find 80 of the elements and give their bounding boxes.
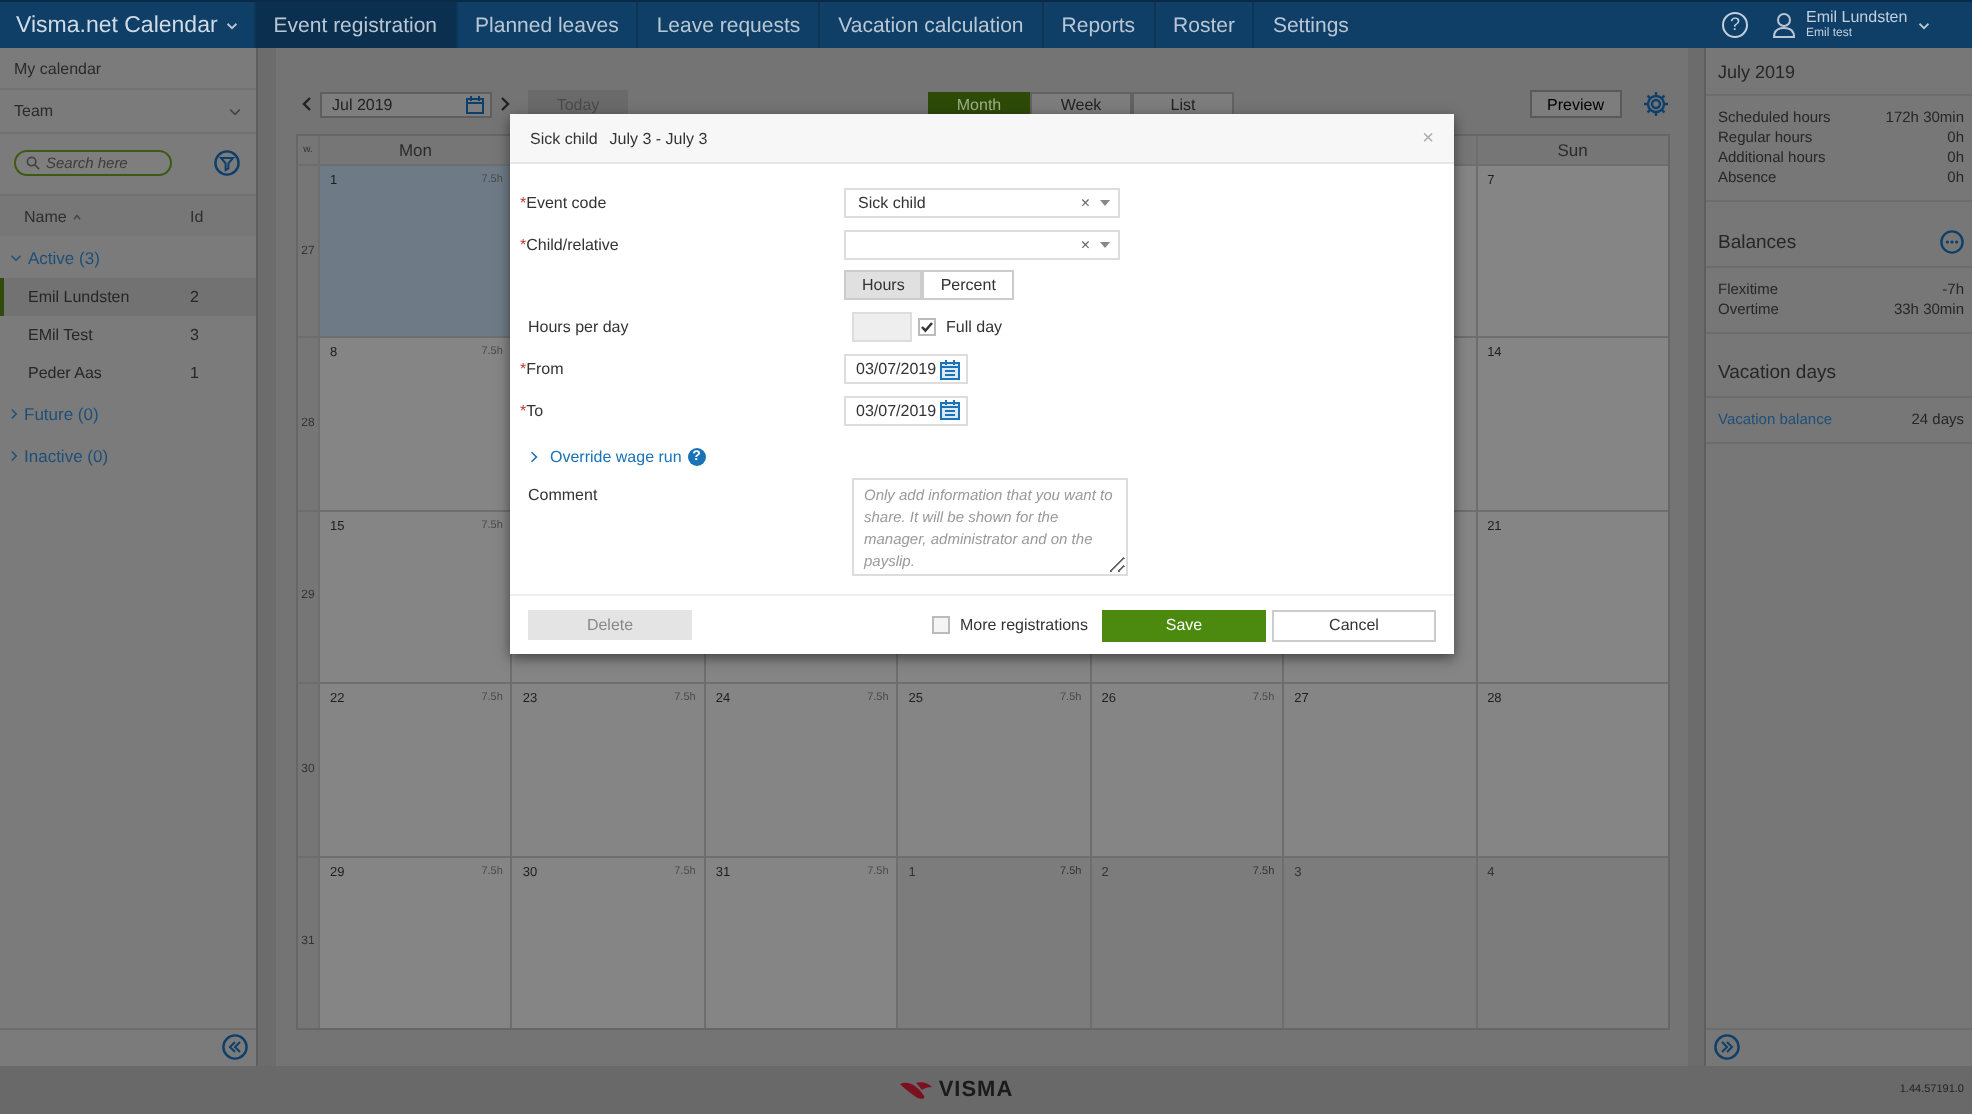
clear-button[interactable]: ×	[1080, 235, 1090, 254]
checkbox-label: More registrations	[959, 616, 1088, 634]
field-label: *Child/relative	[520, 235, 619, 254]
date-field[interactable]: 03/07/2019	[844, 395, 968, 426]
filter-icon[interactable]	[214, 150, 240, 176]
nav-tab[interactable]: Event registration	[253, 2, 456, 48]
employee-row[interactable]: Peder Aas 1	[0, 354, 256, 392]
month-summary-title: July 2019	[1706, 58, 1972, 96]
field-label: *To	[520, 401, 544, 420]
dialog-title: Sick child	[530, 129, 598, 147]
sort-up-icon	[72, 213, 83, 219]
employee-name: Peder Aas	[28, 364, 104, 382]
chevron-right-icon[interactable]	[500, 96, 510, 112]
name-column-header[interactable]: Name	[24, 207, 67, 225]
cancel-button[interactable]: Cancel	[1272, 609, 1436, 641]
more-registrations-checkbox[interactable]	[931, 616, 950, 634]
chevron-down-icon	[1917, 21, 1930, 29]
dropdown-arrow-icon	[1100, 241, 1110, 248]
calendar-icon[interactable]	[940, 400, 960, 421]
settings-icon[interactable]	[1642, 90, 1670, 118]
group-label: Inactive (0)	[24, 445, 109, 465]
preview-button[interactable]: Preview	[1529, 90, 1622, 118]
collapse-icon[interactable]	[222, 1034, 248, 1060]
field-label: Comment	[528, 485, 598, 504]
view-tab[interactable]: List	[1132, 91, 1234, 117]
date-value: 03/07/2019	[856, 360, 937, 379]
unit-toggle[interactable]: Percent	[922, 270, 1014, 301]
date-value: 03/07/2019	[856, 401, 937, 420]
my-calendar-link[interactable]: My calendar	[14, 59, 102, 77]
section-title: Vacation days	[1718, 362, 1836, 384]
select-field[interactable]: ×	[844, 229, 1120, 260]
select-field[interactable]: Sick child ×	[844, 187, 1120, 218]
chevron-down-icon	[228, 107, 242, 115]
team-dropdown[interactable]: Team	[0, 90, 256, 134]
chevron-down-icon	[10, 253, 22, 261]
calendar-icon	[466, 95, 484, 113]
logo-swoosh-icon	[898, 1080, 935, 1100]
month-field[interactable]: Jul 2019	[320, 91, 492, 117]
more-icon[interactable]	[1940, 230, 1964, 254]
help-button[interactable]: ?	[1722, 12, 1748, 38]
full-day-checkbox[interactable]	[918, 318, 936, 337]
dropdown-arrow-icon	[1100, 199, 1110, 206]
chevron-right-icon	[530, 449, 538, 464]
id-column-header[interactable]: Id	[190, 207, 256, 225]
expand-icon[interactable]	[1714, 1034, 1740, 1060]
user-name: Emil Lundsten	[1806, 9, 1908, 25]
dialog-dates: July 3 - July 3	[609, 129, 708, 147]
search-icon	[26, 156, 40, 170]
unit-toggle[interactable]: Hours	[844, 270, 923, 301]
employee-row[interactable]: Emil Lundsten 2	[0, 278, 256, 316]
field-label: *From	[520, 360, 564, 379]
clear-button[interactable]: ×	[1080, 193, 1090, 212]
date-field[interactable]: 03/07/2019	[844, 354, 968, 385]
chevron-left-icon[interactable]	[302, 96, 312, 112]
group-label: Active (3)	[28, 247, 100, 267]
checkbox-label: Full day	[946, 318, 1003, 337]
view-tab[interactable]: Month	[928, 91, 1030, 117]
chevron-down-icon	[225, 21, 238, 29]
chevron-right-icon	[10, 407, 18, 419]
save-button[interactable]: Save	[1102, 609, 1266, 641]
view-tab[interactable]: Week	[1030, 91, 1132, 117]
weekday-header: Mon	[398, 140, 432, 160]
user-icon	[1772, 12, 1796, 38]
weekday-header: Sun	[1557, 140, 1588, 160]
month-value: Jul 2019	[332, 95, 393, 113]
logo-text: VISMA	[938, 1078, 1014, 1102]
employee-id: 2	[190, 288, 201, 306]
select-value: Sick child	[858, 193, 926, 212]
section-title: Balances	[1718, 231, 1797, 253]
chevron-right-icon	[10, 449, 18, 461]
employee-name: EMil Test	[28, 326, 95, 344]
employee-name: Emil Lundsten	[28, 288, 132, 306]
field-label: *Event code	[520, 193, 607, 212]
app-menu[interactable]: Visma.net Calendar	[0, 2, 254, 48]
group-label: Future (0)	[24, 403, 99, 423]
employee-id: 3	[190, 326, 201, 344]
calendar-icon[interactable]	[940, 359, 960, 380]
employee-row[interactable]: EMil Test 3	[0, 316, 256, 354]
field-label: Hours per day	[528, 318, 629, 337]
employee-id: 1	[190, 364, 201, 382]
